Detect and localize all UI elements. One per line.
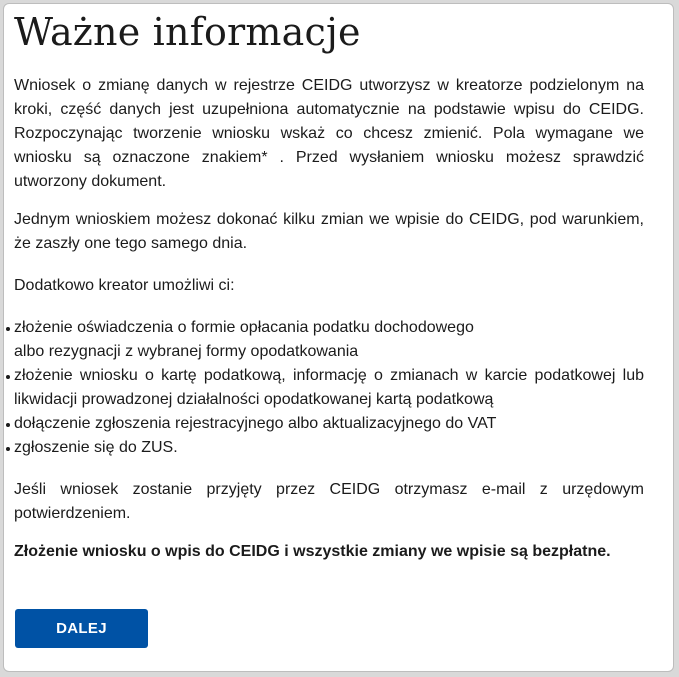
page-title: Ważne informacje [14, 10, 361, 54]
email-confirmation-paragraph: Jeśli wniosek zostanie przyjęty przez CE… [14, 481, 644, 522]
additional-options-paragraph: Dodatkowo kreator umożliwi ci: [14, 277, 235, 294]
options-list: złożenie oświadczenia o formie opłacania… [6, 316, 644, 460]
next-button[interactable]: DALEJ [15, 609, 148, 648]
list-item: zgłoszenie się do ZUS. [6, 436, 644, 460]
free-of-charge-note: Złożenie wniosku o wpis do CEIDG i wszys… [14, 543, 611, 560]
list-item: dołączenie zgłoszenia rejestracyjnego al… [6, 412, 644, 436]
single-application-paragraph: Jednym wnioskiem możesz dokonać kilku zm… [14, 211, 644, 252]
list-item: złożenie wniosku o kartę podatkową, info… [6, 364, 644, 412]
list-item: złożenie oświadczenia o formie opłacania… [6, 316, 494, 364]
info-panel: Ważne informacje Wniosek o zmianę danych… [3, 3, 674, 672]
intro-paragraph: Wniosek o zmianę danych w rejestrze CEID… [14, 77, 644, 190]
